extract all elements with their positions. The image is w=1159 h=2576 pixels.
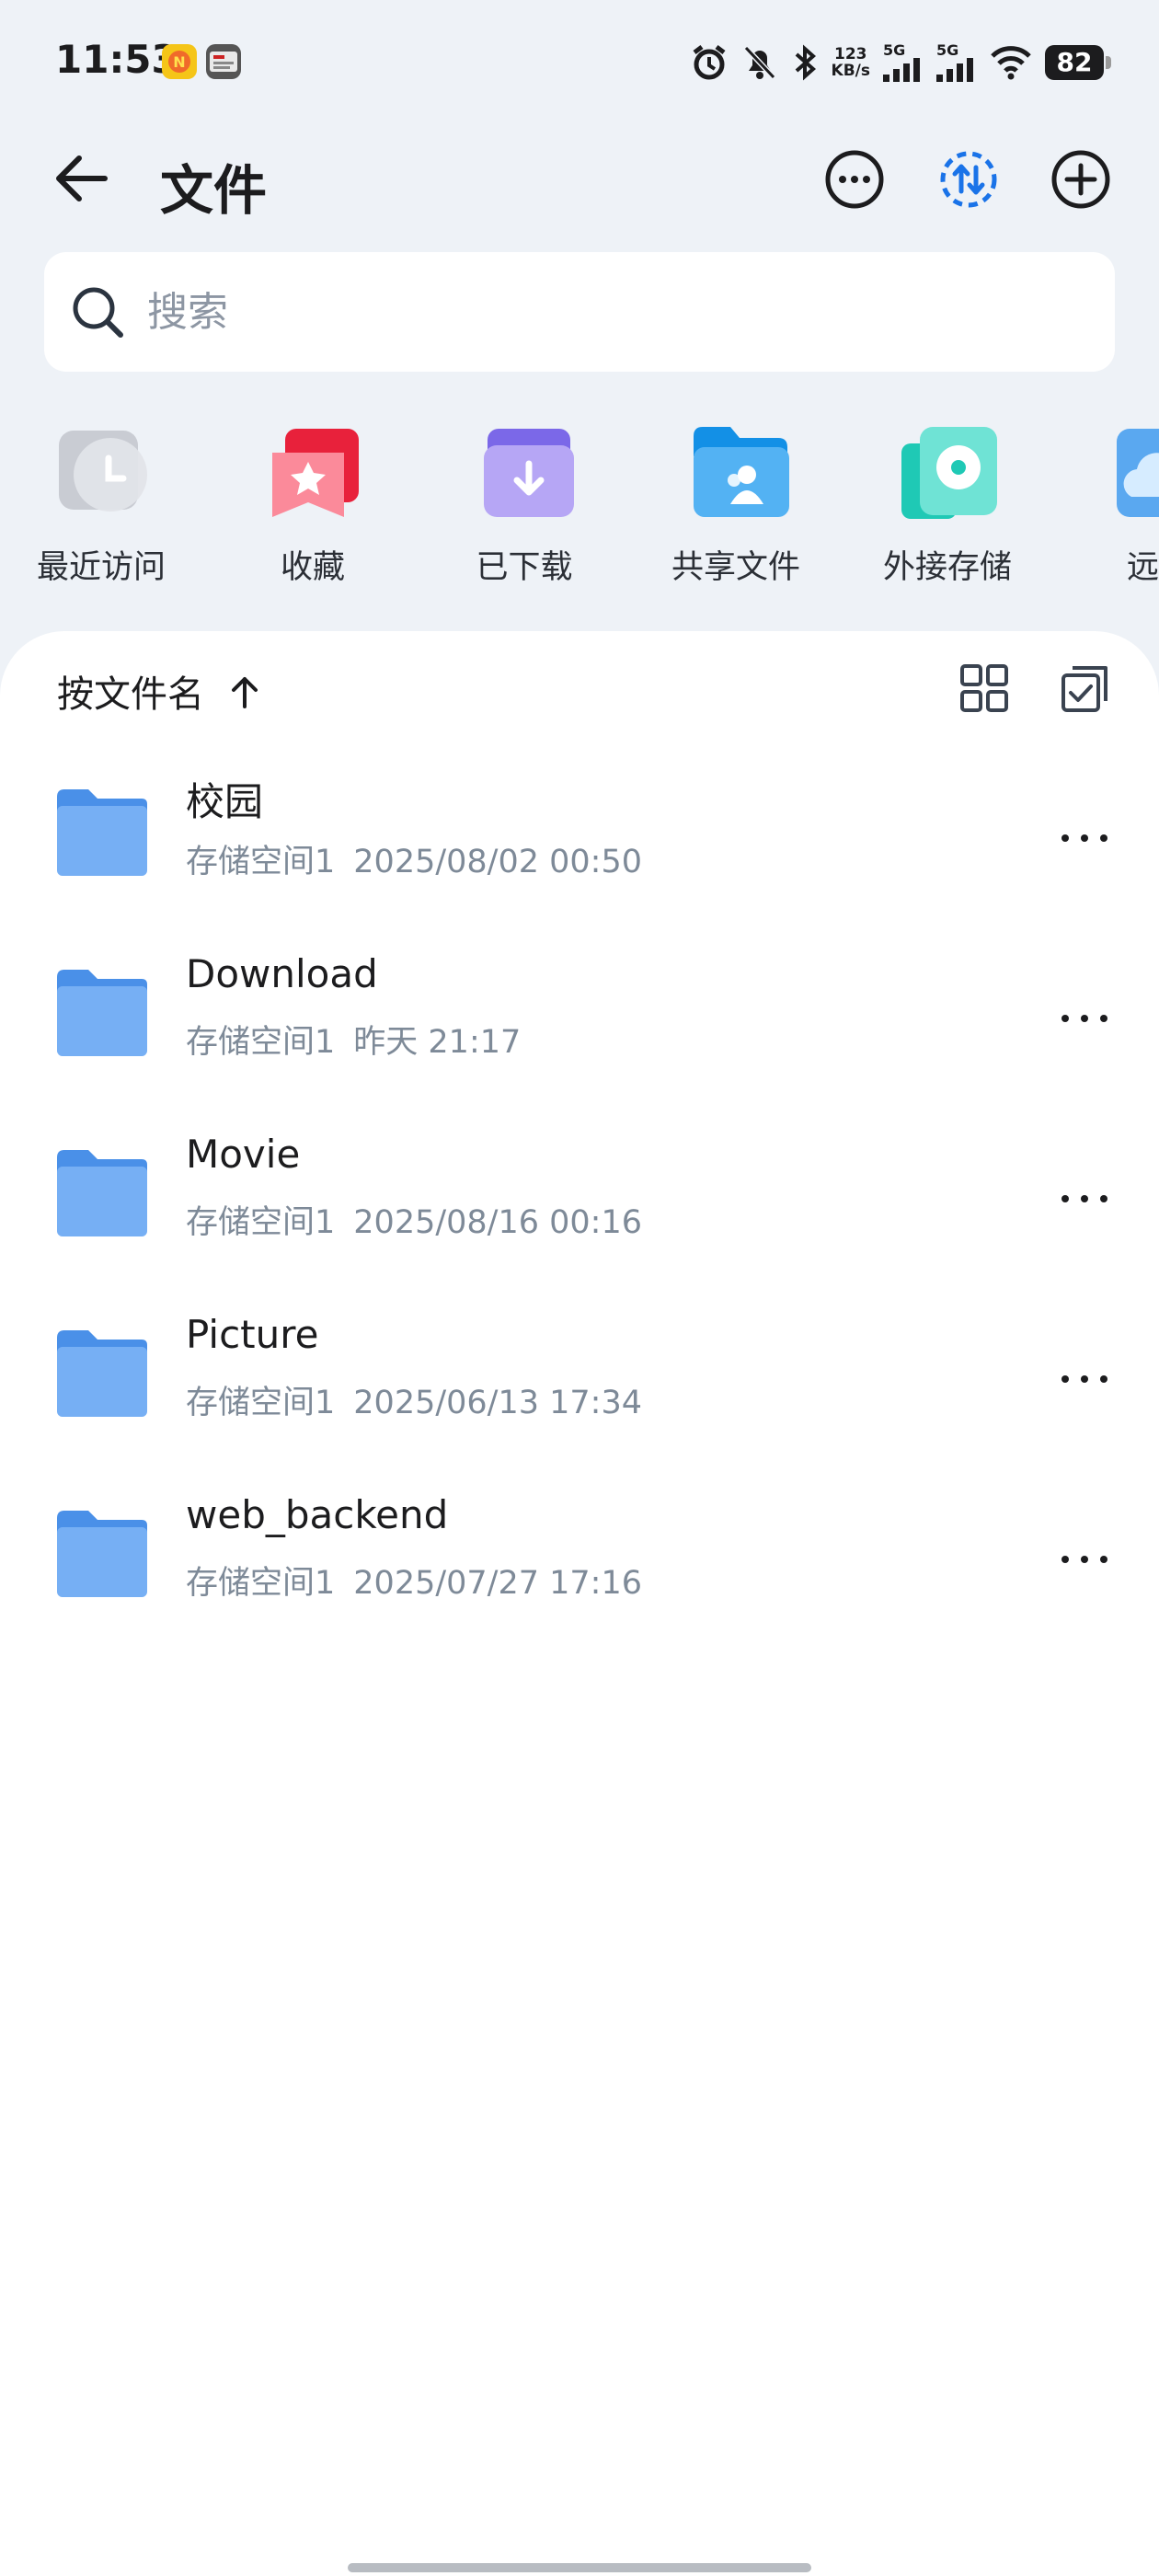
file-name: Download — [186, 951, 378, 996]
quick-label: 已下载 — [476, 549, 573, 586]
file-row[interactable]: Picture 存储空间1 2025/06/13 17:34 — [0, 1292, 1159, 1472]
signal-2-label: 5G — [936, 41, 959, 59]
quick-item-downloaded[interactable]: 已下载 — [442, 423, 607, 589]
quick-item-favorites[interactable]: 收藏 — [230, 423, 396, 589]
file-meta: 存储空间1 2025/08/16 00:16 — [186, 1196, 642, 1243]
signal-1: 5G — [883, 43, 924, 82]
download-folder-icon — [484, 429, 574, 517]
more-icon[interactable] — [1052, 1167, 1117, 1231]
more-icon[interactable] — [1052, 1347, 1117, 1411]
quick-access-row: 最近访问 收藏 已下载 共享文件 外接存储 远 — [0, 423, 1159, 607]
notification-app-icon: N — [162, 44, 197, 79]
folder-icon — [57, 1330, 147, 1417]
network-speed-value: 123 — [834, 45, 867, 63]
file-name: Movie — [186, 1132, 301, 1177]
search-icon — [73, 287, 123, 338]
file-location: 存储空间1 — [186, 844, 336, 880]
file-name: web_backend — [186, 1492, 449, 1537]
folder-icon — [57, 1511, 147, 1597]
alarm-icon — [693, 45, 726, 80]
quick-item-shared[interactable]: 共享文件 — [653, 423, 819, 589]
quick-label: 外接存储 — [882, 549, 1012, 586]
page-title: 文件 — [160, 159, 268, 222]
quick-label: 远程 — [1126, 549, 1159, 586]
file-name: Picture — [186, 1312, 319, 1357]
top-bar: 文件 — [0, 129, 1159, 230]
multi-select-icon[interactable] — [1056, 659, 1115, 718]
cell-signal-icon — [936, 58, 973, 82]
quick-label: 共享文件 — [671, 549, 800, 586]
shared-folder-icon — [694, 427, 789, 517]
mute-bell-icon — [743, 45, 775, 80]
search-input[interactable] — [147, 252, 1085, 372]
wifi-icon — [991, 46, 1031, 80]
sort-bar: 按文件名 — [0, 659, 1159, 723]
file-location: 存储空间1 — [186, 1385, 336, 1421]
file-meta: 存储空间1 2025/07/27 17:16 — [186, 1557, 642, 1604]
status-indicators: 123 KB/s 5G 5G 82 — [690, 37, 1111, 88]
search-box[interactable] — [44, 252, 1115, 372]
clock-icon — [59, 431, 147, 512]
file-date: 2025/08/16 00:16 — [353, 1204, 642, 1241]
file-row[interactable]: Movie 存储空间1 2025/08/16 00:16 — [0, 1111, 1159, 1292]
external-storage-icon — [901, 427, 997, 519]
file-location: 存储空间1 — [186, 1565, 336, 1602]
grid-view-icon[interactable] — [955, 659, 1014, 718]
file-meta: 存储空间1 2025/06/13 17:34 — [186, 1376, 642, 1423]
quick-item-remote[interactable]: 远程 — [1076, 423, 1159, 589]
signal-2: 5G — [936, 43, 977, 82]
file-list-sheet: 按文件名 校园 存储空间1 2025/08/02 00:50 Download … — [0, 631, 1159, 2576]
quick-item-recent[interactable]: 最近访问 — [18, 423, 184, 589]
more-options-button[interactable] — [822, 147, 887, 212]
network-speed: 123 KB/s — [832, 46, 870, 79]
cloud-icon — [1117, 429, 1159, 517]
battery-indicator: 82 — [1045, 45, 1111, 80]
file-name: 校园 — [186, 779, 264, 824]
file-date: 2025/08/02 00:50 — [353, 844, 642, 880]
status-time: 11:53 — [55, 37, 178, 82]
file-row[interactable]: web_backend 存储空间1 2025/07/27 17:16 — [0, 1472, 1159, 1652]
file-meta: 存储空间1 2025/08/02 00:50 — [186, 835, 642, 882]
notification-news-icon — [206, 44, 241, 79]
file-meta: 存储空间1 昨天 21:17 — [186, 1016, 521, 1063]
file-location: 存储空间1 — [186, 1204, 336, 1241]
folder-icon — [57, 1150, 147, 1236]
file-row[interactable]: Download 存储空间1 昨天 21:17 — [0, 931, 1159, 1111]
transfer-button[interactable] — [936, 147, 1001, 212]
quick-label: 收藏 — [280, 549, 345, 586]
file-date: 2025/06/13 17:34 — [353, 1385, 642, 1421]
home-indicator[interactable] — [348, 2563, 811, 2572]
file-date: 昨天 21:17 — [353, 1024, 522, 1061]
more-icon[interactable] — [1052, 986, 1117, 1051]
folder-icon — [57, 789, 147, 876]
sort-ascending-icon[interactable] — [224, 672, 265, 712]
cell-signal-icon — [883, 58, 920, 82]
quick-item-external[interactable]: 外接存储 — [865, 423, 1030, 589]
file-location: 存储空间1 — [186, 1024, 336, 1061]
more-icon[interactable] — [1052, 1527, 1117, 1592]
quick-label: 最近访问 — [36, 549, 166, 586]
add-button[interactable] — [1049, 147, 1113, 212]
status-bar: 11:53 N 123 KB/s 5G 5G 82 — [0, 0, 1159, 129]
back-button[interactable] — [52, 149, 110, 208]
sort-button[interactable]: 按文件名 — [57, 664, 204, 718]
more-icon[interactable] — [1052, 806, 1117, 870]
bluetooth-icon — [795, 44, 816, 81]
network-speed-unit: KB/s — [831, 62, 870, 80]
folder-icon — [57, 970, 147, 1056]
svg-text:N: N — [173, 53, 185, 71]
signal-1-label: 5G — [883, 41, 906, 59]
star-bookmark-icon — [272, 429, 359, 517]
file-date: 2025/07/27 17:16 — [353, 1565, 642, 1602]
file-row[interactable]: 校园 存储空间1 2025/08/02 00:50 — [0, 751, 1159, 931]
